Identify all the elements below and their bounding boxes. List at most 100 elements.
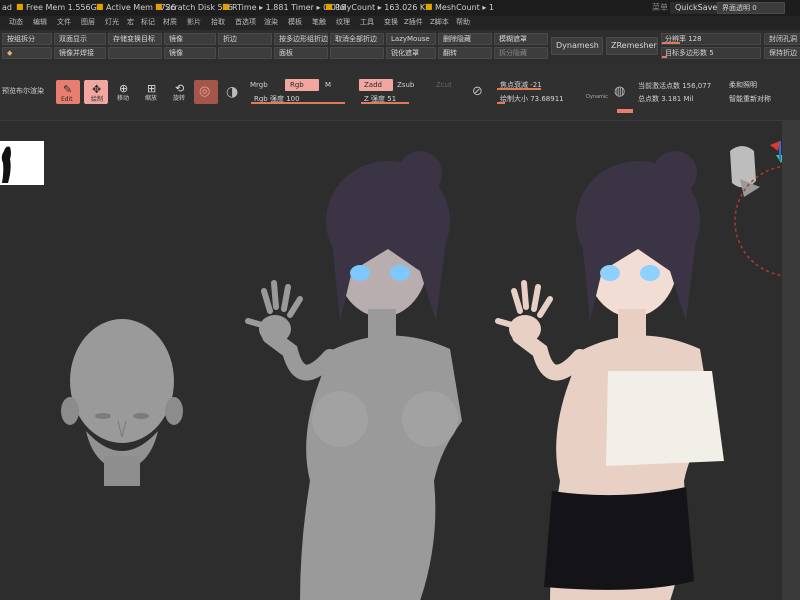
mrgb-button[interactable]: Mrgb: [250, 82, 268, 89]
menu-item[interactable]: 标记: [141, 19, 155, 26]
transparency-slider[interactable]: 界面透明 0: [717, 2, 785, 14]
close-holes-button[interactable]: 封闭孔洞: [764, 33, 800, 45]
del-hidden-button[interactable]: 删除隐藏: [438, 33, 492, 45]
menu-item[interactable]: 帮助: [456, 19, 470, 26]
polycount: PolyCount ▸ 163.026 KP: [335, 3, 430, 12]
draw-label: 绘制: [91, 96, 104, 103]
meshcount: MeshCount ▸ 1: [435, 3, 495, 12]
panel-loops-button[interactable]: 面板: [274, 47, 328, 59]
move-label: 移动: [117, 95, 130, 102]
m-button[interactable]: M: [325, 82, 331, 89]
status-bar: ad ■ Free Mem 1.556GB ■ Active Mem 2726 …: [0, 0, 800, 16]
sharpen-mask-button[interactable]: 锐化遮罩: [386, 47, 436, 59]
menu-bar: 动态 编辑 文件 图层 灯光 宏 标记 材质 影片 拾取 首选项 渲染 模板 笔…: [0, 16, 800, 30]
menu-item[interactable]: 工具: [360, 19, 374, 26]
scale-label: 缩放: [145, 95, 158, 102]
mirror-button-2[interactable]: 镜像: [164, 47, 216, 59]
menu-item[interactable]: 动态: [9, 19, 23, 26]
focal-shift-fill: [497, 88, 541, 90]
material-sphere-icon: ◎: [199, 84, 211, 99]
meshcount-icon: ■: [425, 2, 433, 11]
accent-marker: [617, 109, 633, 113]
clay-head-model[interactable]: [61, 319, 183, 486]
rgb-intensity-slider[interactable]: Rgb 强度 100: [250, 93, 346, 105]
menu-item[interactable]: 拾取: [211, 19, 225, 26]
menu-item[interactable]: 灯光: [105, 19, 119, 26]
edit-button[interactable]: ✎ Edit: [56, 80, 80, 104]
silhouette-thumbnail[interactable]: [0, 141, 44, 185]
dynamic-toggle[interactable]: Dynamic: [586, 95, 608, 100]
canvas-viewport[interactable]: [0, 120, 800, 600]
split-hidden-button[interactable]: 拆分隐藏: [494, 47, 548, 59]
resolution-slider[interactable]: 分辨率 128: [661, 33, 761, 45]
z-intensity-fill: [361, 102, 409, 104]
menu-item[interactable]: 宏: [127, 19, 134, 26]
menu-item[interactable]: 影片: [187, 19, 201, 26]
right-tool-shelf: [782, 120, 800, 600]
focal-shift-icon[interactable]: ⊘: [472, 85, 483, 98]
z-intensity-slider[interactable]: Z 强度 51: [360, 93, 456, 105]
rgb-intensity-fill: [251, 102, 345, 104]
menu-item[interactable]: 笔触: [312, 19, 326, 26]
polycount-icon: ■: [325, 2, 333, 11]
draw-button[interactable]: ✥ 绘制: [84, 80, 108, 104]
menu-item[interactable]: 渲染: [264, 19, 278, 26]
smooth-light-button[interactable]: 柔和照明: [724, 79, 784, 91]
store-morph-button[interactable]: 存储变换目标: [108, 33, 162, 45]
move-icon: ⊕: [119, 82, 129, 95]
zcut-button: Zcut: [436, 81, 452, 89]
draw-size-label: 绘制大小 73.68911: [500, 95, 564, 103]
blur-mask-button[interactable]: 模糊遮罩: [494, 33, 548, 45]
empty-slot: [218, 47, 272, 59]
crease-pg-button[interactable]: 按多边形组折边: [274, 33, 328, 45]
menu-item[interactable]: Z脚本: [430, 19, 449, 26]
keep-crease-button[interactable]: 保持折边: [764, 47, 800, 59]
crease-button[interactable]: 折边: [218, 33, 272, 45]
app-label: ad: [2, 3, 12, 12]
memory-icon: ■: [16, 2, 24, 11]
color-sphere-icon[interactable]: ◑: [226, 85, 238, 99]
painted-figure-model[interactable]: [495, 151, 724, 600]
menu-item[interactable]: 图层: [81, 19, 95, 26]
clay-figure-model[interactable]: [245, 151, 462, 600]
menu-item[interactable]: 首选项: [235, 19, 256, 26]
rotate-icon: ⟲: [175, 82, 185, 95]
mirror-button[interactable]: 镜像: [164, 33, 216, 45]
rotate-button[interactable]: ⟲ 旋转: [168, 80, 192, 104]
scratch-icon: ■: [155, 2, 163, 11]
material-swatch[interactable]: ◎: [194, 80, 218, 104]
quicksave-button[interactable]: QuickSave: [670, 2, 723, 14]
smart-resym-button[interactable]: 智能重新对称: [724, 93, 784, 105]
zadd-button[interactable]: Zadd: [359, 79, 393, 91]
undo-history-icon[interactable]: ◍: [614, 85, 625, 98]
scale-button[interactable]: ⊞ 缩放: [140, 80, 164, 104]
menu-item[interactable]: 纹理: [336, 19, 350, 26]
menu-item[interactable]: 变换: [384, 19, 398, 26]
focal-shift-slider[interactable]: 焦点衰减 -21: [496, 79, 608, 91]
double-sided-button[interactable]: 双面显示: [54, 33, 106, 45]
lazymouse-button[interactable]: LazyMouse: [386, 33, 436, 45]
uncrease-all-button[interactable]: 取消全部折边: [330, 33, 384, 45]
scale-icon: ⊞: [147, 82, 157, 95]
menu-item[interactable]: 模板: [288, 19, 302, 26]
zsub-button[interactable]: Zsub: [397, 82, 414, 89]
target-poly-slider[interactable]: 目标多边形数 5: [661, 47, 761, 59]
move-button[interactable]: ⊕ 移动: [112, 80, 136, 104]
active-mem-icon: ■: [96, 2, 104, 11]
rgb-button[interactable]: Rgb: [285, 79, 319, 91]
menu-item[interactable]: 编辑: [33, 19, 47, 26]
menu-item[interactable]: Z插件: [404, 19, 423, 26]
menu-item[interactable]: 材质: [163, 19, 177, 26]
dynamesh-button[interactable]: Dynamesh: [551, 37, 603, 55]
menu-item[interactable]: 文件: [57, 19, 71, 26]
total-points: 总点数 3.181 Mil: [638, 95, 694, 103]
zremesher-button[interactable]: ZRemesher: [606, 37, 658, 55]
resolution-fill: [662, 42, 680, 44]
geometry-toolbar: 按组拆分 双面显示 存储变换目标 镜像 折边 按多边形组折边 取消全部折边 La…: [0, 30, 800, 64]
flip-button[interactable]: 翻转: [438, 47, 492, 59]
preview-boolean-label: 预览布尔渲染: [2, 87, 44, 95]
split-groups-button[interactable]: 按组拆分: [2, 33, 52, 45]
draw-size-fill: [497, 102, 505, 104]
brush-toolbar: 预览布尔渲染 ✎ Edit ✥ 绘制 ⊕ 移动 ⊞ 缩放 ⟲ 旋转 ◎ ◑ Mr…: [0, 64, 800, 120]
mirror-weld-button[interactable]: 镜像并焊接: [54, 47, 106, 59]
